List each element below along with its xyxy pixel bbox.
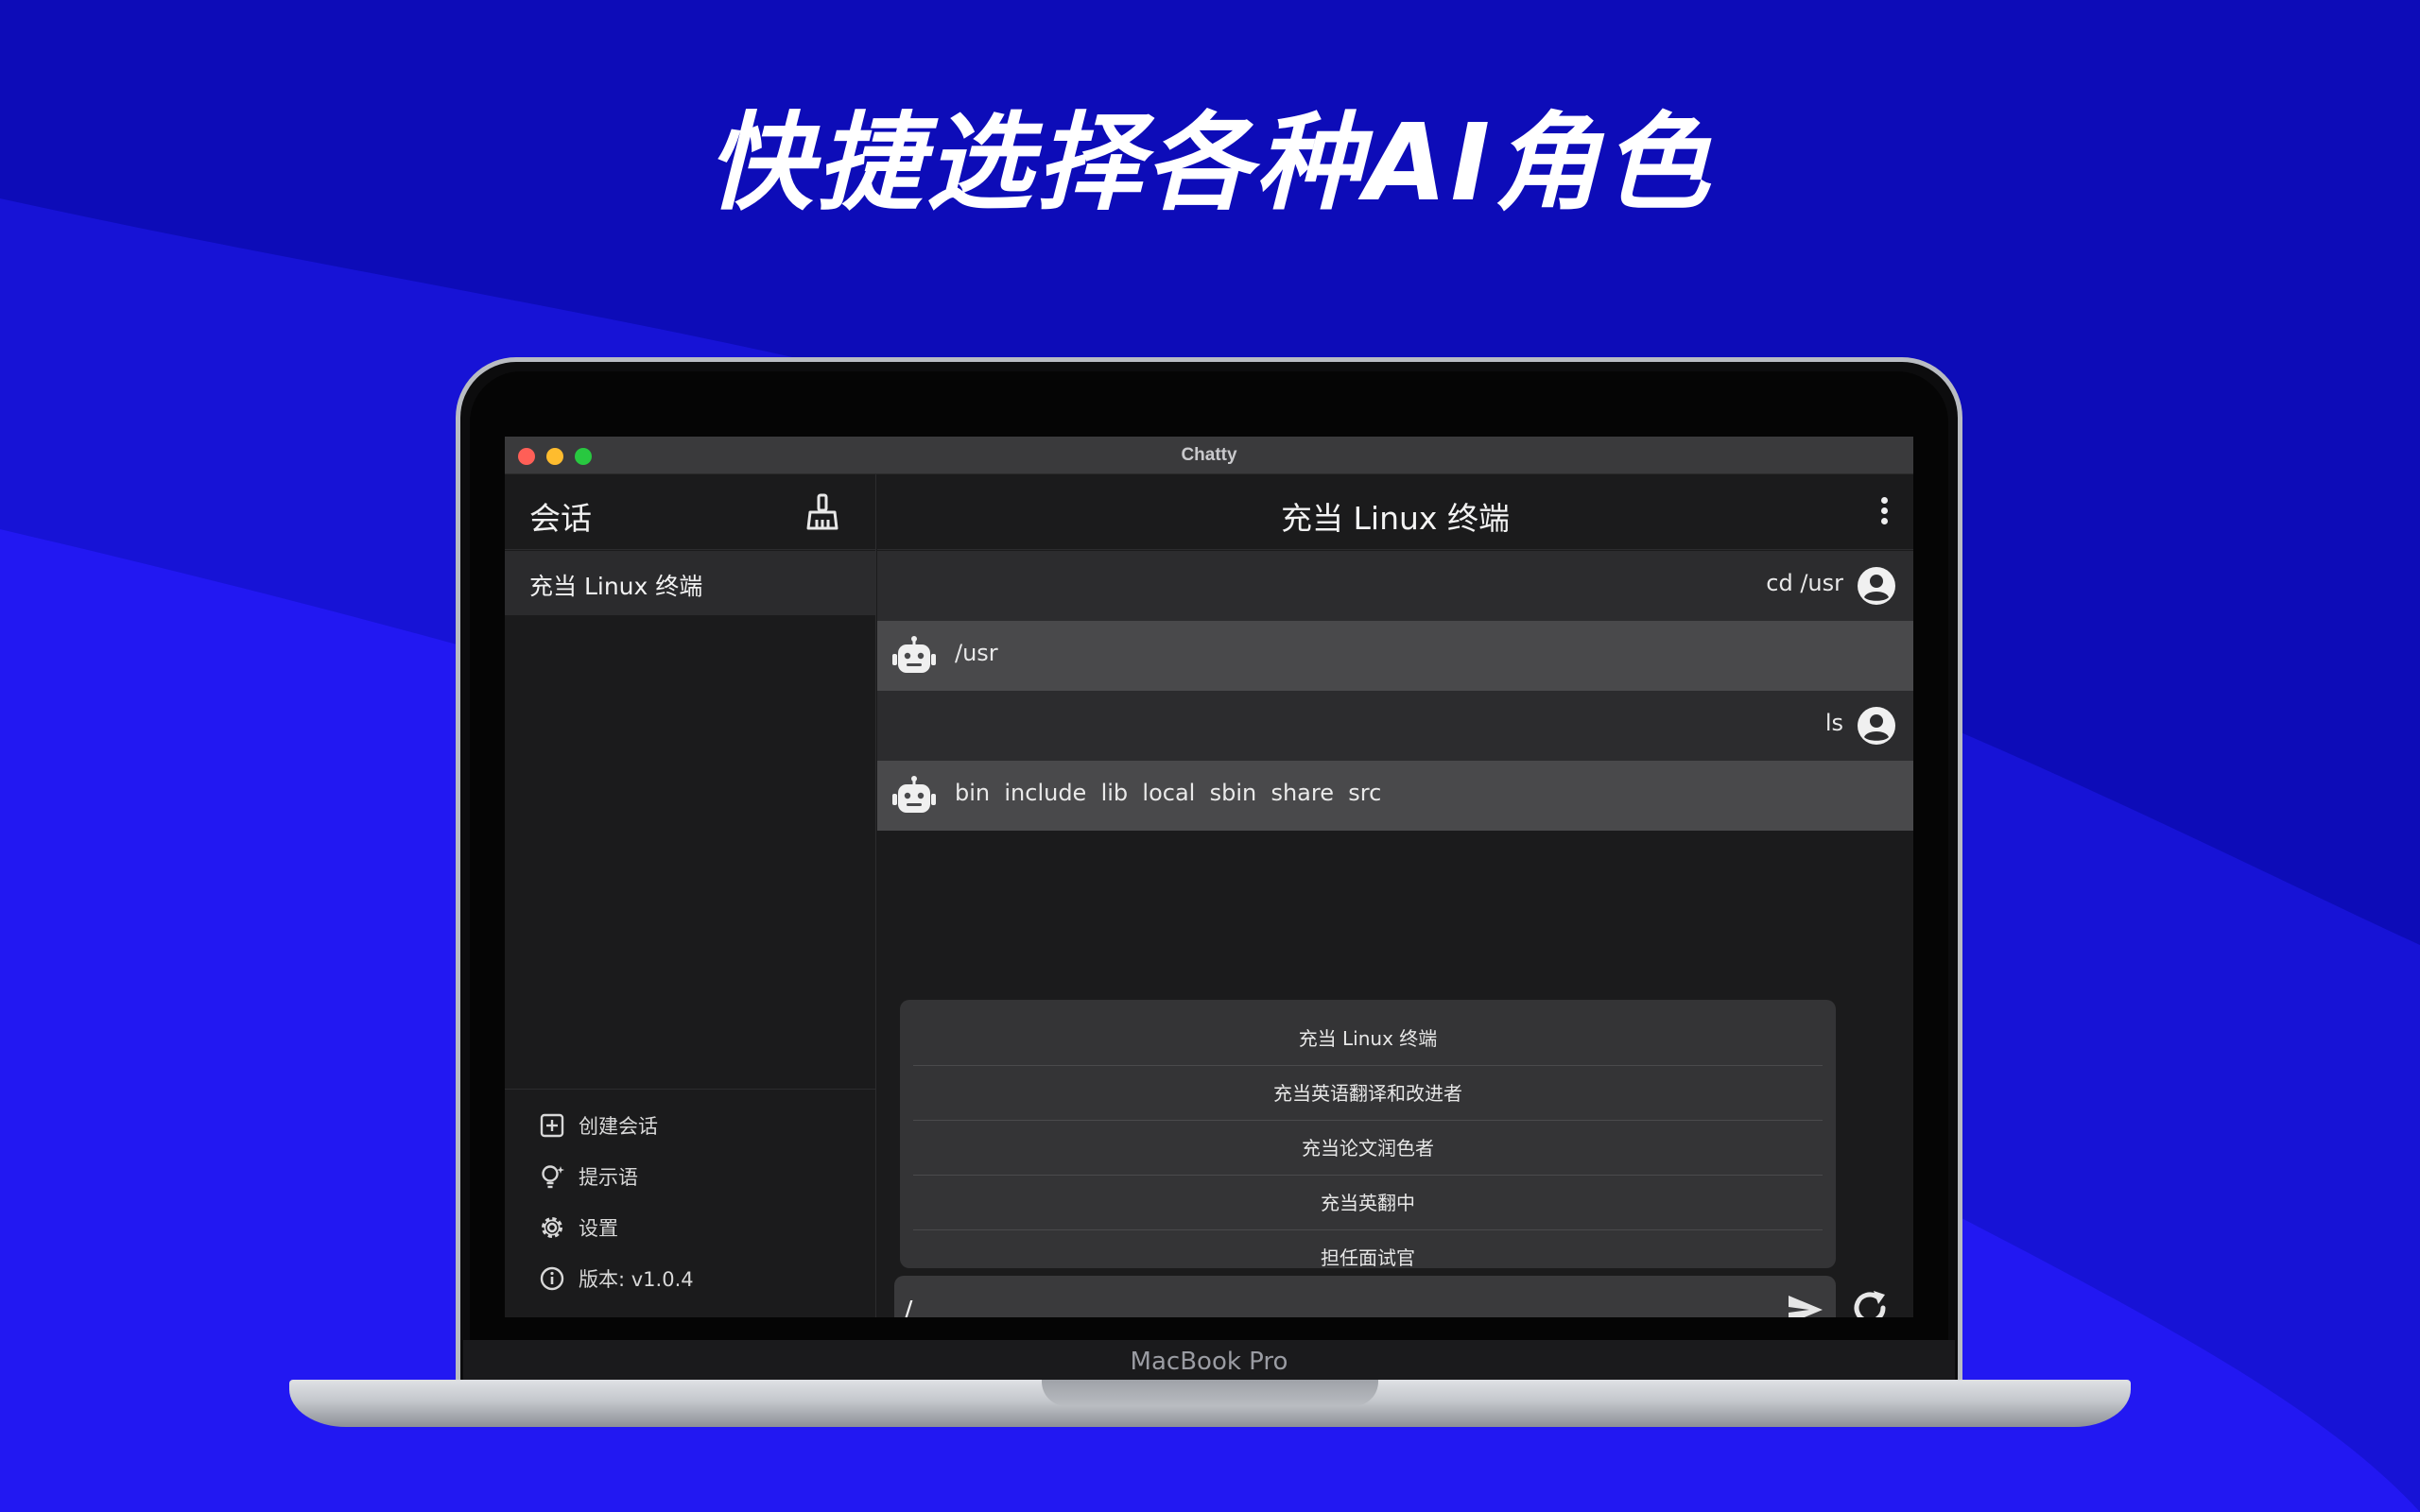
message-input-box xyxy=(894,1276,1836,1317)
laptop-chin: MacBook Pro xyxy=(463,1340,1955,1382)
message-text: bin include lib local sbin share src xyxy=(955,780,1382,806)
settings-button[interactable]: 设置 xyxy=(539,1211,618,1245)
prompt-option[interactable]: 充当英翻中 xyxy=(913,1176,1823,1230)
prompts-label: 提示语 xyxy=(579,1166,638,1189)
message-bot: bin include lib local sbin share src xyxy=(877,761,1913,831)
user-avatar-icon xyxy=(1858,707,1895,745)
add-square-icon xyxy=(540,1113,564,1138)
message-user: cd /usr xyxy=(877,551,1913,621)
conversation-item[interactable]: 充当 Linux 终端 xyxy=(505,551,875,615)
app-window: Chatty 会话 充当 Linux 终端 创建会话 提示语 设置 版本: v1… xyxy=(505,437,1913,1317)
sidebar: 会话 充当 Linux 终端 创建会话 提示语 设置 版本: v1.0.4 xyxy=(505,474,876,1317)
prompt-option[interactable]: 担任面试官 xyxy=(913,1230,1823,1268)
window-titlebar: Chatty xyxy=(505,437,1913,474)
chat-main: 充当 Linux 终端 cd /usr /usr ls bin include … xyxy=(877,474,1913,1317)
sidebar-title: 会话 xyxy=(529,500,592,537)
send-icon[interactable] xyxy=(1787,1293,1824,1317)
kebab-menu-icon[interactable] xyxy=(1879,497,1889,527)
prompts-button[interactable]: 提示语 xyxy=(539,1160,638,1194)
message-text: ls xyxy=(1824,710,1843,736)
chat-title: 充当 Linux 终端 xyxy=(1281,500,1510,537)
robot-icon xyxy=(892,636,936,673)
create-conversation-button[interactable]: 创建会话 xyxy=(539,1108,658,1143)
message-text: /usr xyxy=(955,640,998,666)
chat-header: 充当 Linux 终端 xyxy=(877,474,1913,550)
message-bot: /usr xyxy=(877,621,1913,691)
conversation-item-label: 充当 Linux 终端 xyxy=(529,573,703,600)
version-info[interactable]: 版本: v1.0.4 xyxy=(539,1262,694,1296)
lightbulb-icon xyxy=(542,1165,564,1189)
user-avatar-icon xyxy=(1858,567,1895,605)
settings-label: 设置 xyxy=(579,1217,618,1240)
laptop-brand-label: MacBook Pro xyxy=(1130,1348,1288,1376)
broom-icon[interactable] xyxy=(805,493,839,531)
message-user: ls xyxy=(877,691,1913,761)
sidebar-header: 会话 xyxy=(505,474,876,550)
gear-icon xyxy=(542,1217,562,1238)
headline: 快捷选择各种AI角色 xyxy=(706,102,1714,225)
refresh-icon[interactable] xyxy=(1849,1287,1891,1317)
create-conversation-label: 创建会话 xyxy=(579,1115,658,1138)
prompt-suggestion-list: 充当 Linux 终端 充当英语翻译和改进者 充当论文润色者 充当英翻中 担任面… xyxy=(900,1000,1836,1268)
window-title: Chatty xyxy=(1181,445,1237,465)
message-input[interactable] xyxy=(904,1287,1754,1317)
prompt-option[interactable]: 充当论文润色者 xyxy=(913,1121,1823,1176)
robot-icon xyxy=(892,776,936,813)
sidebar-footer: 创建会话 提示语 设置 版本: v1.0.4 xyxy=(505,1089,875,1317)
message-text: cd /usr xyxy=(1766,570,1843,596)
laptop-notch xyxy=(1042,1380,1378,1406)
prompt-option[interactable]: 充当英语翻译和改进者 xyxy=(913,1066,1823,1121)
prompt-option[interactable]: 充当 Linux 终端 xyxy=(913,1011,1823,1066)
info-icon xyxy=(540,1266,564,1291)
version-label: 版本: v1.0.4 xyxy=(579,1268,694,1291)
